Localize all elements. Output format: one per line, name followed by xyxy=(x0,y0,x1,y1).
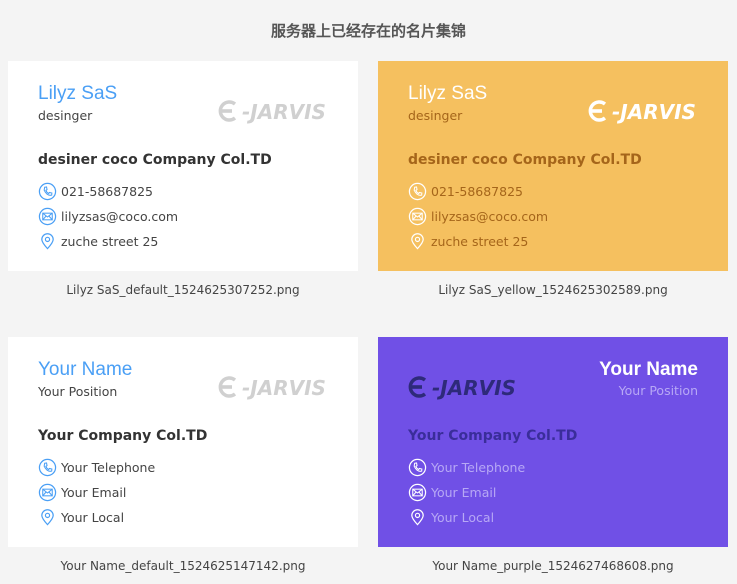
card-phone: 021-58687825 xyxy=(61,183,153,199)
card-location: zuche street 25 xyxy=(61,233,159,249)
card-email-row: Your Email xyxy=(38,482,126,502)
phone-icon xyxy=(408,458,427,477)
jarvis-logo: -JARVIS xyxy=(406,372,524,402)
page-title: 服务器上已经存在的名片集锦 xyxy=(270,22,466,40)
card-phone-row: 021-58687825 xyxy=(408,181,523,201)
card-company: desiner coco Company Col.TD xyxy=(408,152,642,168)
card-email: Your Email xyxy=(61,484,127,500)
email-icon xyxy=(38,207,57,226)
card-company: Your Company Col.TD xyxy=(38,428,208,444)
logo-text: -JARVIS xyxy=(242,100,326,124)
card-position: Your Position xyxy=(38,384,118,399)
email-icon xyxy=(408,207,427,226)
jarvis-logo: -JARVIS xyxy=(216,372,334,402)
location-pin-icon xyxy=(408,232,427,251)
card-position: desinger xyxy=(408,108,463,123)
email-icon xyxy=(38,483,57,502)
card-phone: Your Telephone xyxy=(61,459,156,475)
card-location-row: zuche street 25 xyxy=(38,231,158,251)
card-location-row: zuche street 25 xyxy=(408,231,528,251)
jarvis-logo: -JARVIS xyxy=(586,96,704,126)
card-location-row: Your Local xyxy=(408,507,494,527)
phone-icon xyxy=(38,458,57,477)
business-card-lilyz-default[interactable]: Lilyz SaS desinger -JARVIS desiner coco … xyxy=(8,61,358,271)
card-phone-row: Your Telephone xyxy=(408,457,525,477)
card-name: Your Name xyxy=(38,359,133,380)
card-position: desinger xyxy=(38,108,93,123)
logo-text: -JARVIS xyxy=(242,376,326,400)
logo-text: -JARVIS xyxy=(612,100,696,124)
jarvis-logo: -JARVIS xyxy=(216,96,334,126)
card-position: Your Position xyxy=(618,383,698,398)
card-phone-row: 021-58687825 xyxy=(38,181,153,201)
card-phone: 021-58687825 xyxy=(431,183,523,199)
business-card-yourname-default[interactable]: Your Name Your Position -JARVIS Your Com… xyxy=(8,337,358,547)
phone-icon xyxy=(408,182,427,201)
card-company: desiner coco Company Col.TD xyxy=(38,152,272,168)
card-location: Your Local xyxy=(431,509,495,525)
card-phone-row: Your Telephone xyxy=(38,457,155,477)
card-email-row: lilyzsas@coco.com xyxy=(38,206,178,226)
location-pin-icon xyxy=(38,508,57,527)
location-pin-icon xyxy=(38,232,57,251)
card-email-row: Your Email xyxy=(408,482,496,502)
card-name: Your Name xyxy=(599,359,698,380)
card-name: Lilyz SaS xyxy=(408,83,488,104)
card-filename[interactable]: Lilyz SaS_default_1524625307252.png xyxy=(8,283,358,297)
card-location-row: Your Local xyxy=(38,507,124,527)
card-phone: Your Telephone xyxy=(431,459,526,475)
card-location: Your Local xyxy=(61,509,125,525)
card-email: lilyzsas@coco.com xyxy=(61,208,179,224)
business-card-lilyz-yellow[interactable]: Lilyz SaS desinger -JARVIS desiner coco … xyxy=(378,61,728,271)
phone-icon xyxy=(38,182,57,201)
card-location: zuche street 25 xyxy=(431,233,529,249)
card-filename[interactable]: Lilyz SaS_yellow_1524625302589.png xyxy=(378,283,728,297)
card-filename[interactable]: Your Name_purple_1524627468608.png xyxy=(378,559,728,573)
business-card-yourname-purple[interactable]: Your Name Your Position -JARVIS Your Com… xyxy=(378,337,728,547)
card-email-row: lilyzsas@coco.com xyxy=(408,206,548,226)
location-pin-icon xyxy=(408,508,427,527)
card-name: Lilyz SaS xyxy=(38,83,118,104)
card-company: Your Company Col.TD xyxy=(408,428,578,444)
logo-text: -JARVIS xyxy=(432,376,516,400)
card-filename[interactable]: Your Name_default_1524625147142.png xyxy=(8,559,358,573)
card-email: Your Email xyxy=(431,484,497,500)
email-icon xyxy=(408,483,427,502)
card-email: lilyzsas@coco.com xyxy=(431,208,549,224)
